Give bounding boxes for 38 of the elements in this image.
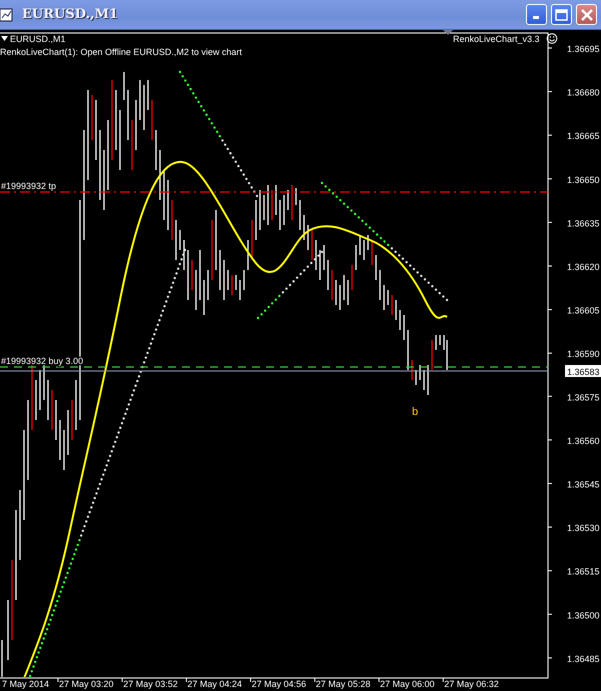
- maximize-button[interactable]: [551, 4, 572, 25]
- price-axis-label: 1.36530: [567, 523, 600, 534]
- price-axis-label: 1.36575: [567, 392, 600, 402]
- price-axis-label: 1.36485: [567, 654, 600, 664]
- order-line-label: #19993932 tp: [1, 181, 56, 191]
- time-axis-label: 27 May 03:20: [59, 679, 114, 689]
- price-axis-label: 1.36605: [567, 306, 600, 316]
- price-axis-label: 1.36665: [567, 131, 600, 142]
- price-axis-label: 1.36515: [567, 566, 600, 577]
- time-axis-label: 27 May 06:00: [380, 679, 435, 689]
- time-axis-label: 27 May 03:52: [123, 679, 178, 689]
- price-axis-label: 1.36680: [567, 88, 600, 98]
- price-axis-label: 1.36635: [567, 218, 600, 228]
- maximize-icon: [555, 8, 568, 20]
- price-axis-label: 1.36590: [567, 349, 600, 360]
- indicator-name-label: RenkoLiveChart_v3.3: [453, 34, 540, 44]
- time-axis-label: 27 May 05:28: [316, 679, 370, 689]
- time-axis-label: 27 May 04:56: [252, 679, 306, 689]
- price-axis-label: 1.36650: [567, 174, 600, 185]
- chart-symbol-label: EURUSD.,M1: [10, 34, 66, 44]
- dropdown-triangle-icon[interactable]: [1, 36, 8, 41]
- time-axis-label: 27 May 04:24: [187, 679, 242, 689]
- trade-marker-label: b: [412, 406, 418, 418]
- time-axis-label: 27 May 06:32: [444, 679, 499, 689]
- window-title: EURUSD.,M1: [22, 6, 118, 24]
- price-axis-label: 1.36695: [567, 44, 600, 54]
- price-axis-label: 1.36500: [567, 610, 600, 620]
- chart-window-icon: [0, 6, 14, 22]
- close-icon: [580, 8, 592, 20]
- close-button[interactable]: [576, 4, 597, 25]
- price-axis-label: 1.36560: [567, 436, 600, 446]
- bid-price-tag: 1.36583: [565, 365, 601, 377]
- smiley-icon: [546, 33, 558, 44]
- price-axis-label: 1.36545: [567, 480, 600, 490]
- minimize-button[interactable]: [526, 4, 547, 25]
- price-axis-label: 1.36620: [567, 262, 600, 272]
- indicator-info-text: RenkoLiveChart(1): Open Offline EURUSD.,M2 to view chart: [0, 47, 242, 57]
- time-axis-label: 7 May 2014: [2, 679, 50, 689]
